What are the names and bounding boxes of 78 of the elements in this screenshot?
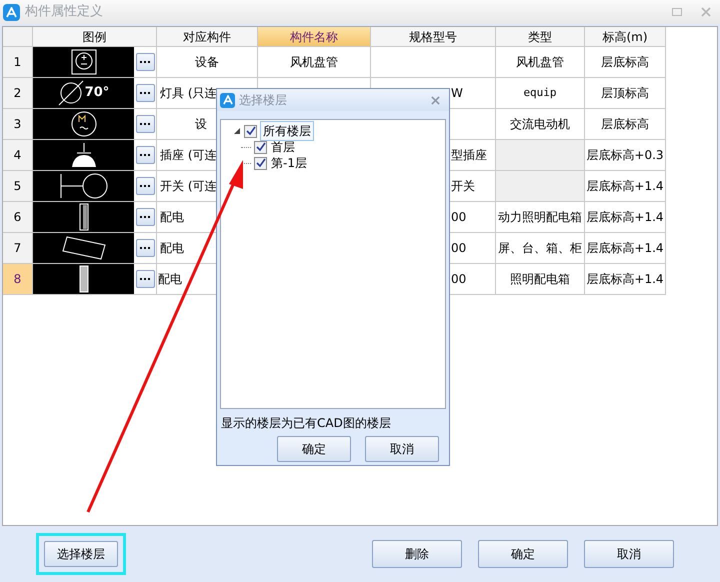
table-cell-text: 屏、台、箱、柜	[498, 240, 582, 257]
more-button[interactable]	[136, 270, 154, 288]
hatched-rectangle-icon	[78, 265, 88, 293]
row-header[interactable]: 1	[3, 47, 33, 78]
checkbox[interactable]	[254, 156, 267, 170]
table-cell-text: 层底标高+1.4	[586, 271, 664, 288]
table-cell-text: 层底标高+0.3	[586, 147, 664, 164]
angle-label: 70°	[84, 84, 110, 102]
table-cell-text: 00	[451, 271, 466, 288]
column-header[interactable]: 标高(m)	[585, 27, 666, 47]
table-cell-text: 设备	[195, 54, 219, 71]
table-cell-text: 层底标高	[601, 54, 649, 71]
table-cell-text: 层底标高+1.4	[586, 178, 664, 195]
more-button[interactable]	[136, 115, 154, 133]
table-cell-text: 照明配电箱	[510, 271, 570, 288]
footer-button[interactable]: 确定	[478, 540, 568, 568]
app-logo-icon	[3, 4, 20, 20]
table-cell-text: 层顶标高	[601, 85, 649, 102]
more-button[interactable]	[136, 53, 154, 71]
table-cell-text: 层底标高+1.4	[586, 240, 664, 257]
window-title: 构件属性定义	[25, 3, 103, 22]
table-cell-text: 开关	[451, 178, 475, 195]
column-header[interactable]: 类型	[496, 27, 585, 47]
table-cell-text: 层底标高	[601, 116, 649, 133]
table-cell-text: 插座 (可连	[160, 147, 216, 164]
footer-button[interactable]: 取消	[584, 540, 674, 568]
more-button[interactable]	[136, 177, 154, 195]
table-cell-text: 配电	[158, 271, 182, 288]
row-header[interactable]: 7	[3, 233, 33, 264]
checkbox[interactable]	[254, 140, 267, 154]
bell-shape-icon	[70, 142, 96, 168]
row-header[interactable]: 6	[3, 202, 33, 233]
table-cell-text: 设	[195, 116, 207, 133]
table-cell-text: 层底标高+1.4	[586, 209, 664, 226]
column-header[interactable]: 规格型号	[371, 27, 496, 47]
app-logo-icon	[220, 92, 235, 108]
table-cell-text: 00	[451, 240, 466, 257]
corner-cell	[3, 27, 33, 47]
tree-item[interactable]: 第-1层	[270, 154, 308, 172]
table-cell-text: 配电	[160, 209, 184, 226]
table-cell-text: 动力照明配电箱	[498, 209, 582, 226]
column-header[interactable]: 图例	[33, 27, 157, 47]
column-header[interactable]: 构件名称	[258, 27, 371, 47]
expander-icon[interactable]	[233, 127, 241, 135]
more-button[interactable]	[136, 208, 154, 226]
row-header[interactable]: 2	[3, 78, 33, 109]
dialog-button[interactable]: 取消	[365, 436, 439, 462]
rectangle-icon	[78, 203, 88, 231]
table-cell-text: 型插座	[451, 147, 487, 164]
table-cell-text: W	[451, 85, 463, 102]
checkbox[interactable]	[244, 124, 257, 138]
tree-item[interactable]: 首层	[270, 138, 296, 156]
row-header[interactable]: 4	[3, 140, 33, 171]
column-header[interactable]: 对应构件	[157, 27, 258, 47]
dialog-button[interactable]: 确定	[277, 436, 351, 462]
table-cell-text: 灯具 (只连	[160, 85, 216, 102]
more-button[interactable]	[136, 84, 154, 102]
select-floor-button[interactable]: 选择楼层	[44, 541, 118, 567]
more-button[interactable]	[136, 146, 154, 164]
dialog-title: 选择楼层	[239, 92, 287, 109]
switch-symbol-icon	[60, 173, 108, 199]
dialog-note: 显示的楼层为已有CAD图的楼层	[220, 415, 392, 432]
table-cell-text: equip	[523, 84, 557, 101]
motor-icon	[70, 111, 96, 137]
table-cell-text: 风机盘管	[290, 54, 338, 71]
plus-minus-box-icon	[70, 49, 96, 75]
footer-button[interactable]: 删除	[372, 540, 462, 568]
table-cell-text: 00	[451, 209, 466, 226]
table-cell-text: 配电	[160, 240, 184, 257]
more-button[interactable]	[136, 239, 154, 257]
table-cell-text: 开关 (可连	[160, 178, 216, 195]
row-header[interactable]: 8	[3, 264, 33, 295]
row-header[interactable]: 5	[3, 171, 33, 202]
crossed-circle-icon	[58, 80, 84, 106]
table-cell-text: 风机盘管	[516, 54, 564, 71]
table-cell-text: 交流电动机	[510, 116, 570, 133]
row-header[interactable]: 3	[3, 109, 33, 140]
tree-item[interactable]: 所有楼层	[260, 121, 314, 141]
